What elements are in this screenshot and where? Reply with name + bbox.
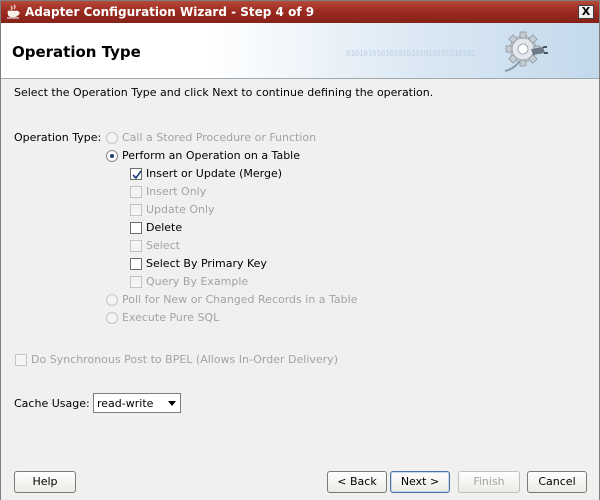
checkbox-insert-only-label: Insert Only: [146, 185, 207, 198]
finish-button[interactable]: Finish: [458, 471, 520, 493]
radio-pure-sql-label: Execute Pure SQL: [122, 311, 220, 324]
checkbox-query-by-example[interactable]: [130, 276, 142, 288]
binary-decoration: 010101010101010101010101010101: [346, 49, 476, 58]
checkbox-select[interactable]: [130, 240, 142, 252]
checkbox-update-only[interactable]: [130, 204, 142, 216]
checkbox-insert-only[interactable]: [130, 186, 142, 198]
window-title: Adapter Configuration Wizard - Step 4 of…: [25, 5, 315, 19]
checkbox-delete[interactable]: [130, 222, 142, 234]
radio-poll-records[interactable]: [106, 294, 118, 306]
checkbox-select-by-primary-key-label: Select By Primary Key: [146, 257, 267, 270]
cache-usage-value: read-write: [97, 397, 154, 410]
checkbox-insert-or-update-label: Insert or Update (Merge): [146, 167, 283, 180]
radio-poll-records-label: Poll for New or Changed Records in a Tab…: [122, 293, 358, 306]
radio-pure-sql[interactable]: [106, 312, 118, 324]
cache-usage-label: Cache Usage:: [14, 397, 90, 410]
dialog-content: Select the Operation Type and click Next…: [1, 80, 599, 500]
checkbox-synchronous-post[interactable]: [15, 354, 27, 366]
back-button[interactable]: < Back: [327, 471, 387, 493]
wizard-window: Adapter Configuration Wizard - Step 4 of…: [0, 0, 600, 500]
next-button[interactable]: Next >: [390, 471, 450, 493]
checkbox-select-label: Select: [146, 239, 180, 252]
cache-usage-select[interactable]: read-write: [93, 393, 181, 413]
checkbox-synchronous-post-label: Do Synchronous Post to BPEL (Allows In-O…: [31, 353, 338, 366]
radio-stored-procedure[interactable]: [106, 132, 118, 144]
checkbox-insert-or-update[interactable]: [130, 168, 142, 180]
checkbox-update-only-label: Update Only: [146, 203, 215, 216]
gear-plug-icon: [504, 31, 548, 72]
radio-stored-procedure-label: Call a Stored Procedure or Function: [122, 131, 317, 144]
help-button[interactable]: Help: [14, 471, 76, 493]
header-banner: Operation Type 0101010101010101010101010…: [1, 23, 599, 79]
radio-table-operation-label: Perform an Operation on a Table: [122, 149, 301, 162]
title-bar[interactable]: Adapter Configuration Wizard - Step 4 of…: [1, 1, 599, 23]
operation-type-label: Operation Type:: [14, 131, 102, 144]
close-button[interactable]: X: [578, 5, 594, 19]
checkbox-select-by-primary-key[interactable]: [130, 258, 142, 270]
chevron-down-icon: [168, 401, 176, 406]
checkbox-query-by-example-label: Query By Example: [146, 275, 249, 288]
instruction-text: Select the Operation Type and click Next…: [14, 86, 434, 99]
checkbox-delete-label: Delete: [146, 221, 183, 234]
page-title: Operation Type: [12, 43, 141, 61]
checkmark-icon: [132, 170, 142, 180]
java-cup-icon: [7, 4, 20, 19]
radio-table-operation[interactable]: [106, 150, 118, 162]
cancel-button[interactable]: Cancel: [527, 471, 587, 493]
